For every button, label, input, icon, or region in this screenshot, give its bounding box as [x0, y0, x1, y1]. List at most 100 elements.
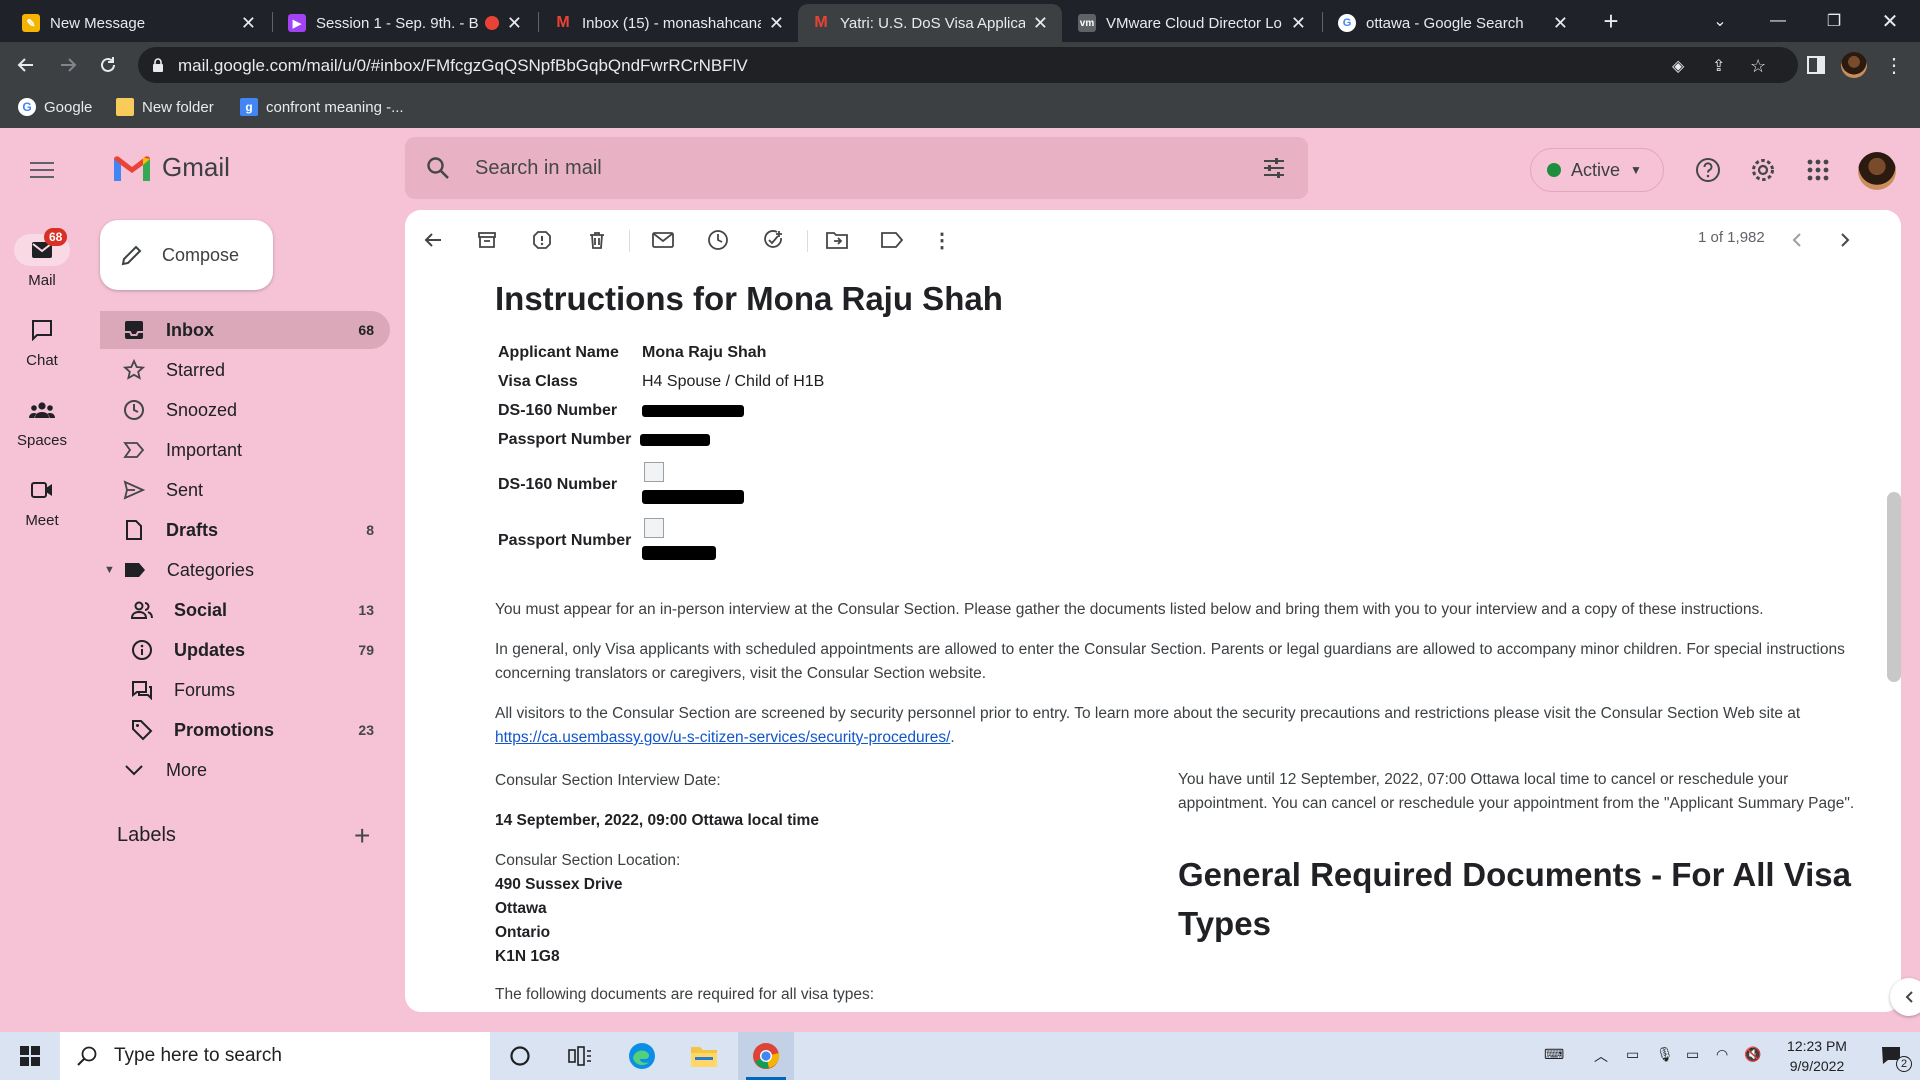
bookmark-confront-meaning[interactable]: g confront meaning -... — [240, 98, 404, 116]
nav-inbox[interactable]: Inbox 68 — [100, 311, 390, 349]
taskbar-search[interactable]: Type here to search — [60, 1032, 490, 1080]
bookmark-google[interactable]: G Google — [18, 98, 92, 116]
redaction-mark — [642, 405, 744, 417]
new-tab-button[interactable]: + — [1596, 6, 1626, 36]
chevron-down-icon: ▼ — [1630, 163, 1642, 177]
security-procedures-link[interactable]: https://ca.usembassy.gov/u-s-citizen-ser… — [495, 729, 950, 746]
bookmark-new-folder[interactable]: New folder — [116, 98, 214, 116]
search-icon — [77, 1046, 97, 1066]
side-panel-toggle[interactable] — [1890, 978, 1920, 1016]
main-menu-button[interactable] — [24, 152, 60, 188]
nav-important[interactable]: Important — [100, 431, 390, 469]
account-avatar[interactable] — [1858, 152, 1896, 190]
nav-more[interactable]: More — [100, 751, 390, 789]
tab-search-icon[interactable]: ⌄ — [1692, 0, 1748, 42]
more-options-icon[interactable]: ⋮ — [926, 224, 958, 256]
rail-spaces[interactable]: Spaces — [0, 394, 84, 449]
share-icon[interactable]: ⇪ — [1712, 56, 1725, 76]
meet-now-icon[interactable]: ▭ — [1626, 1046, 1639, 1063]
tab-divider — [272, 12, 273, 32]
close-tab-icon[interactable]: ✕ — [241, 13, 256, 34]
gmail-logo[interactable]: Gmail — [112, 152, 230, 183]
search-icon[interactable] — [425, 155, 451, 186]
nav-promotions[interactable]: Promotions 23 — [100, 711, 390, 749]
close-tab-icon[interactable]: ✕ — [1033, 13, 1048, 34]
older-chevron-icon[interactable] — [1829, 224, 1861, 256]
browser-tab[interactable]: ✎ New Message ✕ — [8, 4, 270, 42]
wifi-icon[interactable]: ◠ — [1716, 1046, 1728, 1063]
notifications-icon[interactable]: 2 — [1864, 1032, 1920, 1080]
nav-sent[interactable]: Sent — [100, 471, 390, 509]
cortana-icon[interactable] — [492, 1032, 548, 1080]
browser-tab[interactable]: G ottawa - Google Search ✕ — [1324, 4, 1582, 42]
rail-meet[interactable]: Meet — [0, 474, 84, 529]
status-dropdown[interactable]: Active ▼ — [1530, 148, 1664, 192]
profile-avatar[interactable] — [1838, 49, 1870, 81]
settings-gear-icon[interactable] — [1745, 152, 1781, 188]
microphone-icon[interactable]: 🎙 — [1656, 1046, 1674, 1063]
newer-chevron-icon[interactable] — [1781, 224, 1813, 256]
chevron-up-icon[interactable]: ︿ — [1594, 1046, 1608, 1066]
restore-button[interactable]: ❐ — [1806, 0, 1862, 42]
keyboard-icon[interactable]: ⌨ — [1544, 1046, 1564, 1063]
nav-starred[interactable]: Starred — [100, 351, 390, 389]
extension-icon[interactable]: ◈ — [1672, 56, 1684, 76]
move-to-folder-icon[interactable] — [821, 224, 853, 256]
bookmark-star-icon[interactable]: ☆ — [1750, 56, 1766, 77]
close-tab-icon[interactable]: ✕ — [1291, 13, 1306, 34]
archive-icon[interactable] — [471, 224, 503, 256]
reload-button[interactable] — [92, 49, 124, 81]
apps-grid-icon[interactable] — [1800, 152, 1836, 188]
windows-start-icon[interactable] — [2, 1032, 58, 1080]
file-explorer-icon[interactable] — [676, 1032, 732, 1080]
close-window-button[interactable]: ✕ — [1862, 0, 1918, 42]
help-icon[interactable] — [1690, 152, 1726, 188]
close-tab-icon[interactable]: ✕ — [1553, 13, 1568, 34]
nav-drafts[interactable]: Drafts 8 — [100, 511, 390, 549]
browser-tab[interactable]: M Inbox (15) - monashahcana ✕ — [540, 4, 798, 42]
close-tab-icon[interactable]: ✕ — [507, 13, 522, 34]
rail-mail[interactable]: 68 Mail — [0, 228, 84, 289]
task-view-icon[interactable] — [552, 1032, 608, 1080]
tab-title: Yatri: U.S. DoS Visa Applicat — [840, 14, 1025, 32]
edge-browser-icon[interactable] — [614, 1032, 670, 1080]
minimize-button[interactable]: — — [1750, 0, 1806, 42]
report-spam-icon[interactable] — [526, 224, 558, 256]
browser-tab[interactable]: vm VMware Cloud Director Lo ✕ — [1064, 4, 1320, 42]
nav-social[interactable]: Social 13 — [100, 591, 390, 629]
side-panel-icon[interactable] — [1800, 49, 1832, 81]
taskbar-search-input[interactable]: Type here to search — [114, 1045, 282, 1067]
email-scrollbar[interactable] — [1887, 492, 1901, 682]
instructions-paragraph: You must appear for an in-person intervi… — [495, 601, 1764, 618]
field-label: DS-160 Number — [498, 476, 618, 493]
label-as-icon[interactable] — [876, 224, 908, 256]
delete-trash-icon[interactable] — [581, 224, 613, 256]
chrome-taskbar-icon[interactable] — [738, 1032, 794, 1080]
nav-updates[interactable]: Updates 79 — [100, 631, 390, 669]
volume-muted-icon[interactable]: 🔇 — [1744, 1046, 1761, 1063]
nav-categories[interactable]: ▼ Categories — [100, 551, 390, 589]
forward-button[interactable] — [52, 49, 84, 81]
add-label-button[interactable]: + — [354, 822, 370, 850]
nav-forums[interactable]: Forums — [100, 671, 390, 709]
rail-chat[interactable]: Chat — [0, 314, 84, 369]
close-tab-icon[interactable]: ✕ — [769, 13, 784, 34]
browser-tab[interactable]: ▶ Session 1 - Sep. 9th. - B ✕ — [274, 4, 536, 42]
back-to-inbox-icon[interactable] — [417, 224, 449, 256]
nav-snoozed[interactable]: Snoozed — [100, 391, 390, 429]
add-to-tasks-icon[interactable] — [757, 224, 789, 256]
mark-unread-icon[interactable] — [647, 224, 679, 256]
lock-icon[interactable] — [152, 57, 164, 78]
battery-icon[interactable]: ▭ — [1686, 1046, 1699, 1063]
address-bar[interactable]: mail.google.com/mail/u/0/#inbox/FMfcgzGq… — [138, 47, 1798, 83]
browser-menu-icon[interactable]: ⋮ — [1878, 49, 1910, 81]
back-button[interactable] — [10, 49, 42, 81]
browser-tab-active[interactable]: M Yatri: U.S. DoS Visa Applicat ✕ — [798, 4, 1062, 42]
tab-title: Session 1 - Sep. 9th. - B — [316, 14, 479, 32]
taskbar-clock[interactable]: 12:23 PM 9/9/2022 — [1772, 1036, 1862, 1076]
search-options-icon[interactable] — [1262, 156, 1286, 185]
search-input[interactable]: Search in mail — [475, 157, 602, 180]
search-bar[interactable]: Search in mail — [405, 137, 1308, 199]
snooze-clock-icon[interactable] — [702, 224, 734, 256]
compose-button[interactable]: Compose — [100, 220, 273, 290]
